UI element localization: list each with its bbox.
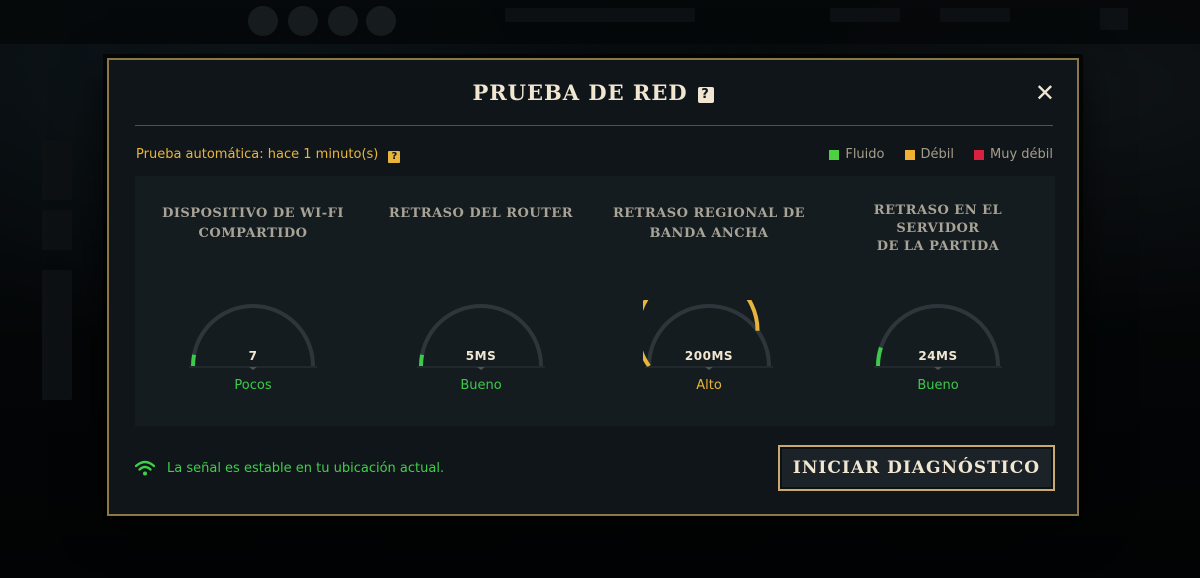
wifi-icon xyxy=(135,460,155,476)
auto-test-help-icon[interactable]: ? xyxy=(388,151,401,163)
legend-label: Muy débil xyxy=(989,147,1053,162)
metric-status: Pocos xyxy=(234,378,272,393)
metric-value: 24MS xyxy=(918,349,958,363)
legend-swatch-fluido xyxy=(829,149,840,160)
metric-status: Alto xyxy=(696,378,722,393)
metric-label-line: BANDA ANCHA xyxy=(649,226,769,241)
gauge-pointer xyxy=(934,367,942,370)
legend-swatch-debil xyxy=(904,149,915,160)
metric-value: 200MS xyxy=(684,349,734,363)
legend-item: Fluido xyxy=(829,147,885,162)
help-icon[interactable]: ? xyxy=(697,87,714,103)
metric-label-line: RETRASO DEL ROUTER xyxy=(388,206,574,221)
metric-label: RETRASO REGIONAL DE BANDA ANCHA xyxy=(609,204,809,244)
legend-label: Fluido xyxy=(845,147,885,162)
legend-item: Muy débil xyxy=(973,147,1053,162)
legend: Fluido Débil Muy débil xyxy=(829,147,1053,162)
metric-label: RETRASO EN EL SERVIDOR DE LA PARTIDA xyxy=(838,202,1038,256)
close-icon[interactable]: ✕ xyxy=(1035,80,1055,106)
gauge-pointer xyxy=(249,367,257,370)
metric-label: RETRASO DEL ROUTER xyxy=(381,204,581,224)
metric-label-line: DISPOSITIVO DE WI-FI xyxy=(162,206,344,221)
gauge-pointer xyxy=(705,367,713,370)
network-test-dialog: PRUEBA DE RED? ✕ Prueba automática: hace… xyxy=(107,58,1079,516)
metric-label: DISPOSITIVO DE WI-FI COMPARTIDO xyxy=(153,204,353,244)
gauge-pointer xyxy=(477,367,485,370)
metric-status: Bueno xyxy=(917,378,959,393)
metric-status: Bueno xyxy=(460,378,502,393)
metric-label-line: DE LA PARTIDA xyxy=(876,239,1000,254)
legend-swatch-muy-debil xyxy=(973,149,984,160)
auto-test-info: Prueba automática: hace 1 minuto(s)? xyxy=(136,147,401,163)
legend-label: Débil xyxy=(920,147,954,162)
auto-test-text: Prueba automática: hace 1 minuto(s) xyxy=(136,147,379,162)
dialog-title-text: PRUEBA DE RED xyxy=(472,80,688,105)
dialog-title: PRUEBA DE RED? xyxy=(109,80,1077,105)
start-diagnosis-button[interactable]: INICIAR DIAGNÓSTICO xyxy=(778,445,1055,491)
metric-label-line: RETRASO REGIONAL DE xyxy=(612,206,806,221)
metric-label-line: RETRASO EN EL SERVIDOR xyxy=(873,203,1003,236)
metric-label-line: COMPARTIDO xyxy=(198,226,308,241)
header-divider xyxy=(135,125,1053,126)
signal-status: La señal es estable en tu ubicación actu… xyxy=(135,460,444,476)
signal-text: La señal es estable en tu ubicación actu… xyxy=(167,460,445,476)
metrics-panel: DISPOSITIVO DE WI-FI COMPARTIDO 7 Pocos … xyxy=(135,176,1055,426)
metric-value: 5MS xyxy=(465,349,497,363)
legend-item: Débil xyxy=(904,147,954,162)
metric-value: 7 xyxy=(248,349,258,363)
